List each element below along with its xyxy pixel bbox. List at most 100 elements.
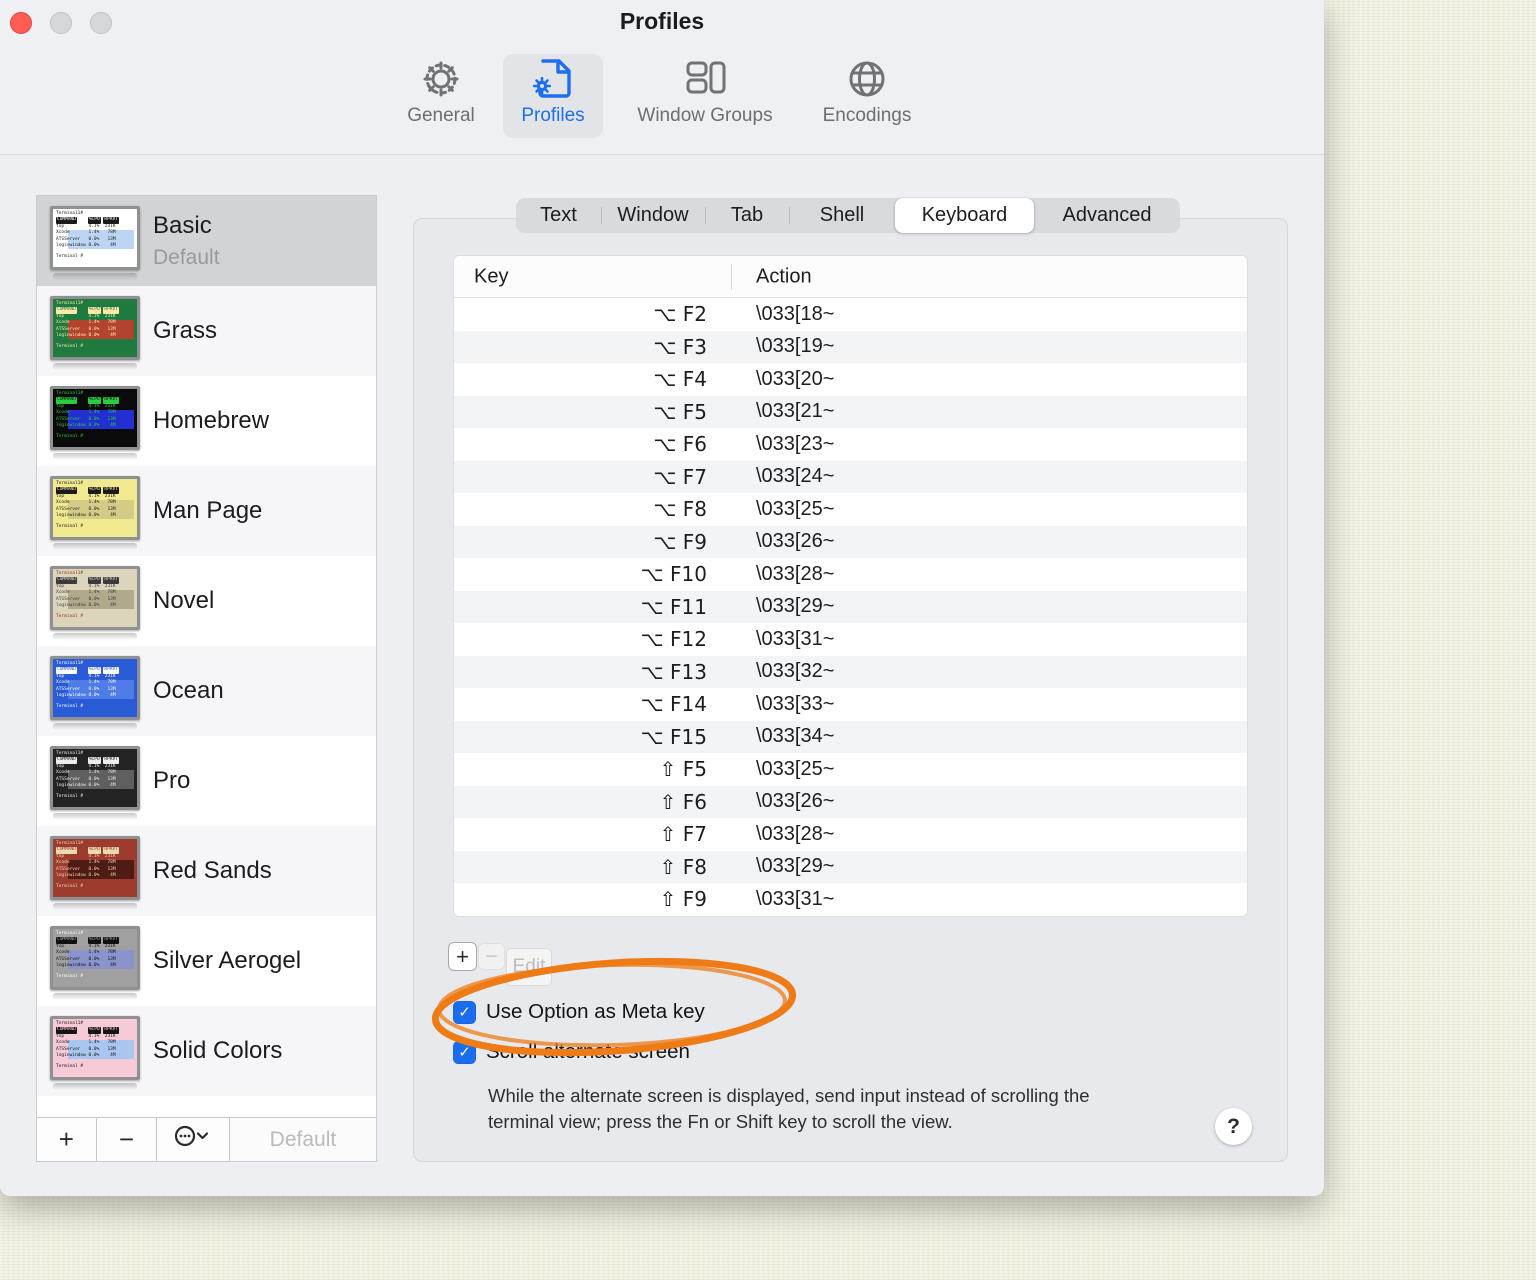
tab-label: Text [540,204,577,226]
key-cell: ⌥ F9 [653,529,707,554]
profile-item[interactable]: Terminal1# COMMAND %CPU RPRVT top 4.1% 231… [37,556,376,646]
add-key-button[interactable]: + [448,942,477,971]
help-button[interactable]: ? [1215,1108,1252,1145]
key-cell: ⇧ F8 [659,854,707,879]
profile-item[interactable]: Terminal1# COMMAND %CPU RPRVT top 4.1% 231… [37,196,376,286]
profile-name: Pro [153,767,191,794]
profile-subtitle: Default [153,246,220,269]
profile-item[interactable]: Terminal1# COMMAND %CPU RPRVT top 4.1% 231… [37,376,376,466]
profile-thumbnail: Terminal1# COMMAND %CPU RPRVT top 4.1% 231… [50,566,140,630]
profile-item[interactable]: Terminal1# COMMAND %CPU RPRVT top 4.1% 231… [37,1006,376,1096]
table-row[interactable]: ⌥ F15 \033[34~ [454,720,1247,753]
toolbar-item-window-groups[interactable]: Window Groups [621,54,789,138]
toolbar-item-encodings[interactable]: Encodings [805,54,929,138]
table-row[interactable]: ⌥ F12 \033[31~ [454,623,1247,656]
profile-name: Basic [153,212,212,239]
profile-thumbnail: Terminal1# COMMAND %CPU RPRVT top 4.1% 231… [50,926,140,990]
action-cell: \033[32~ [756,660,835,683]
key-cell: ⌥ F4 [653,367,707,392]
table-row[interactable]: ⌥ F13 \033[32~ [454,655,1247,688]
action-cell: \033[34~ [756,725,835,748]
table-row[interactable]: ⌥ F5 \033[21~ [454,395,1247,428]
profile-list-footer: + − Default [37,1117,376,1161]
table-row[interactable]: ⇧ F8 \033[29~ [454,850,1247,883]
toolbar-item-profiles[interactable]: Profiles [503,54,603,138]
thumbnail-reflection [53,903,137,910]
tab-advanced[interactable]: Advanced [1034,198,1180,233]
edit-key-button[interactable]: Edit [506,948,552,986]
table-row[interactable]: ⇧ F9 \033[31~ [454,883,1247,916]
tab-window[interactable]: Window [601,198,705,233]
profile-item[interactable]: Terminal1# COMMAND %CPU RPRVT top 4.1% 231… [37,646,376,736]
action-cell: \033[29~ [756,855,835,878]
table-row[interactable]: ⌥ F11 \033[29~ [454,590,1247,623]
table-row[interactable]: ⌥ F3 \033[19~ [454,330,1247,363]
profile-item[interactable]: Terminal1# COMMAND %CPU RPRVT top 4.1% 231… [37,466,376,556]
thumbnail-reflection [53,363,137,370]
tab-shell[interactable]: Shell [789,198,895,233]
add-profile-button[interactable]: + [37,1118,97,1161]
action-cell: \033[25~ [756,757,835,780]
toolbar-item-general[interactable]: General [398,54,484,138]
tab-label: Shell [819,204,865,226]
table-row[interactable]: ⌥ F8 \033[25~ [454,493,1247,526]
profile-item[interactable]: Terminal1# COMMAND %CPU RPRVT top 4.1% 231… [37,736,376,826]
tab-keyboard[interactable]: Keyboard [895,198,1034,233]
key-cell: ⇧ F9 [659,887,707,912]
more-options-button[interactable] [157,1118,230,1161]
profile-name: Novel [153,587,215,614]
table-row[interactable]: ⇧ F5 \033[25~ [454,753,1247,786]
table-row[interactable]: ⌥ F14 \033[33~ [454,688,1247,721]
table-row[interactable]: ⌥ F6 \033[23~ [454,428,1247,461]
column-header-action: Action [756,265,812,287]
key-cell: ⇧ F5 [659,757,707,782]
action-cell: \033[24~ [756,465,835,488]
table-header: Key Action [454,256,1247,298]
checkbox-scroll-alternate-screen[interactable]: ✓ [453,1040,476,1064]
table-row[interactable]: ⌥ F4 \033[20~ [454,363,1247,396]
checkbox-use-option-as-meta-key[interactable]: ✓ [453,1000,476,1024]
option-label: Scroll alternate screen [486,1040,690,1063]
action-cell: \033[29~ [756,595,835,618]
key-cell: ⇧ F7 [659,822,707,847]
tab-label: Keyboard [921,204,1008,226]
action-cell: \033[21~ [756,400,835,423]
thumbnail-reflection [53,543,137,550]
profile-item[interactable]: Terminal1# COMMAND %CPU RPRVT top 4.1% 231… [37,916,376,1006]
toolbar-label-encodings: Encodings [822,105,912,126]
segment-separator [601,207,602,224]
profile-thumbnail: Terminal1# COMMAND %CPU RPRVT top 4.1% 231… [50,206,140,270]
table-row[interactable]: ⌥ F9 \033[26~ [454,525,1247,558]
column-divider [731,264,732,290]
keyboard-settings-panel: Key Action ⌥ F2 \033[18~ ⌥ F3 \033[19~ ⌥ F4 \… [413,218,1288,1162]
table-row[interactable]: ⌥ F10 \033[28~ [454,558,1247,591]
tab-tab[interactable]: Tab [705,198,789,233]
key-cell: ⌥ F7 [653,464,707,489]
table-row[interactable]: ⌥ F7 \033[24~ [454,460,1247,493]
profile-item[interactable]: Terminal1# COMMAND %CPU RPRVT top 4.1% 231… [37,286,376,376]
table-row[interactable]: ⇧ F7 \033[28~ [454,818,1247,851]
remove-key-button[interactable]: − [478,943,505,970]
profile-thumbnail: Terminal1# COMMAND %CPU RPRVT top 4.1% 231… [50,1016,140,1080]
thumbnail-reflection [53,723,137,730]
default-button[interactable]: Default [229,1118,376,1161]
window-groups-icon [680,54,730,104]
profile-thumbnail: Terminal1# COMMAND %CPU RPRVT top 4.1% 231… [50,656,140,720]
option-row: ✓ Scroll alternate screen [453,1040,690,1064]
profile-name: Silver Aerogel [153,947,302,974]
action-cell: \033[33~ [756,692,835,715]
key-cell: ⌥ F3 [653,334,707,359]
tab-text[interactable]: Text [516,198,601,233]
profile-item[interactable]: Terminal1# COMMAND %CPU RPRVT top 4.1% 231… [37,826,376,916]
key-cell: ⌥ F12 [640,627,707,652]
action-cell: \033[25~ [756,497,835,520]
thumbnail-reflection [53,1083,137,1090]
action-cell: \033[31~ [756,627,835,650]
profile-thumbnail: Terminal1# COMMAND %CPU RPRVT top 4.1% 231… [50,386,140,450]
window-title: Profiles [619,8,705,34]
remove-profile-button[interactable]: − [96,1118,158,1161]
toolbar-label-window-groups: Window Groups [637,105,773,126]
table-row[interactable]: ⇧ F6 \033[26~ [454,785,1247,818]
profile-name: Red Sands [153,857,272,884]
table-row[interactable]: ⌥ F2 \033[18~ [454,298,1247,331]
